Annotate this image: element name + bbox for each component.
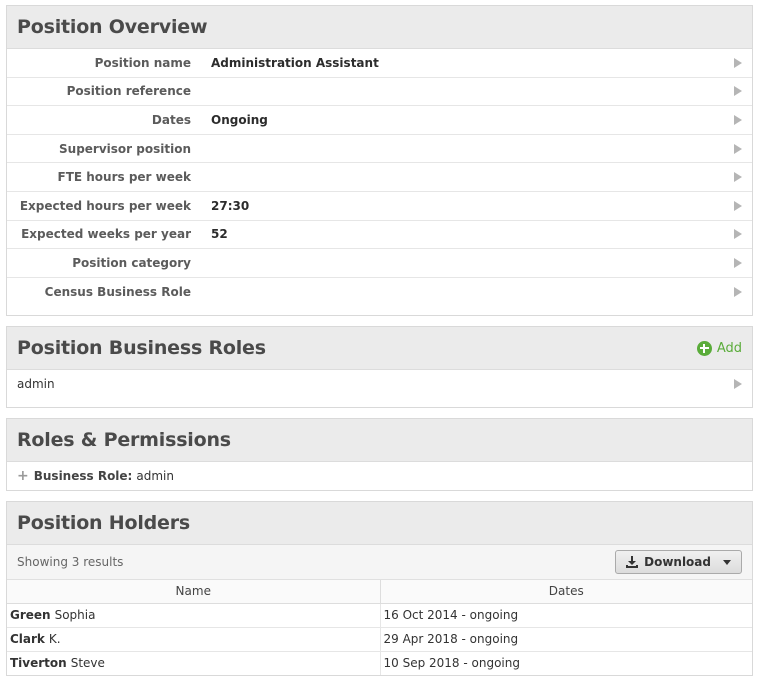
field-row-fte-hours[interactable]: FTE hours per week: [7, 163, 752, 192]
results-count: Showing 3 results: [17, 555, 124, 569]
business-roles-panel: Position Business Roles Add admin: [6, 326, 753, 408]
row-arrow-icon[interactable]: [734, 200, 742, 211]
field-label: Expected weeks per year: [21, 227, 191, 242]
row-arrow-icon[interactable]: [734, 229, 742, 240]
field-label: Expected hours per week: [19, 198, 191, 213]
table-row[interactable]: Clark K. 29 Apr 2018 - ongoing: [7, 627, 752, 652]
position-holders-header: Position Holders: [7, 502, 752, 545]
position-overview-header: Position Overview: [7, 6, 752, 49]
field-value: Ongoing: [211, 112, 268, 127]
holder-surname: Tiverton: [10, 656, 67, 671]
field-label: Census Business Role: [44, 285, 191, 300]
holder-name-cell: Tiverton Steve: [7, 651, 381, 675]
field-row-position-name[interactable]: Position name Administration Assistant: [7, 49, 752, 78]
field-row-expected-weeks[interactable]: Expected weeks per year 52: [7, 221, 752, 250]
add-label: Add: [716, 340, 742, 356]
caret-down-icon: [723, 559, 731, 565]
field-label: Position name: [94, 55, 191, 70]
download-icon: [626, 556, 639, 568]
row-arrow-icon[interactable]: [734, 114, 742, 125]
holder-surname: Clark: [10, 632, 45, 646]
column-header-name[interactable]: Name: [7, 580, 381, 604]
table-header-row: Name Dates: [7, 580, 752, 604]
row-arrow-icon[interactable]: [734, 172, 742, 183]
field-label: Supervisor position: [59, 141, 191, 156]
roles-permissions-header: Roles & Permissions: [7, 419, 752, 462]
field-row-expected-hours[interactable]: Expected hours per week 27:30: [7, 192, 752, 221]
roles-permissions-panel: Roles & Permissions + Business Role: adm…: [6, 418, 753, 491]
row-arrow-icon[interactable]: [734, 378, 742, 389]
row-arrow-icon[interactable]: [734, 57, 742, 68]
field-value: Administration Assistant: [211, 55, 379, 70]
holder-forename: K.: [48, 632, 61, 646]
holder-dates-cell: 29 Apr 2018 - ongoing: [380, 627, 752, 652]
field-label: FTE hours per week: [57, 170, 192, 185]
position-overview-title: Position Overview: [17, 16, 208, 38]
field-label: Dates: [151, 112, 191, 127]
holders-toolbar: Showing 3 results Download: [7, 545, 752, 580]
holder-name-cell: Green Sophia: [7, 603, 381, 628]
field-label: Position category: [72, 255, 191, 270]
field-value: 52: [211, 227, 228, 242]
download-button[interactable]: Download: [615, 550, 742, 574]
business-role-label: Business Role:: [33, 469, 133, 483]
download-label: Download: [644, 555, 711, 569]
field-value: 27:30: [211, 198, 250, 213]
row-arrow-icon[interactable]: [734, 143, 742, 154]
field-row-position-reference[interactable]: Position reference: [7, 78, 752, 107]
row-arrow-icon[interactable]: [734, 287, 742, 298]
add-business-role-button[interactable]: Add: [696, 340, 742, 356]
holder-dates-cell: 16 Oct 2014 - ongoing: [380, 603, 752, 628]
position-holders-title: Position Holders: [17, 512, 191, 534]
position-overview-fields: Position name Administration Assistant P…: [7, 49, 752, 306]
table-row[interactable]: Green Sophia 16 Oct 2014 - ongoing: [7, 603, 752, 628]
column-header-dates[interactable]: Dates: [380, 580, 752, 604]
business-role-item[interactable]: admin: [7, 370, 752, 397]
expand-plus-icon[interactable]: +: [17, 468, 29, 484]
position-holders-panel: Position Holders Showing 3 results Downl…: [6, 501, 753, 676]
plus-circle-icon: [696, 340, 712, 356]
holder-forename: Steve: [70, 656, 105, 671]
holders-table: Name Dates Green Sophia 16 Oct 2014 - ong…: [7, 580, 752, 675]
table-row[interactable]: Tiverton Steve 10 Sep 2018 - ongoing: [7, 651, 752, 675]
business-roles-title: Position Business Roles: [17, 337, 266, 359]
business-role-value: admin: [136, 469, 174, 483]
position-overview-panel: Position Overview Position name Administ…: [6, 5, 753, 316]
field-row-position-category[interactable]: Position category: [7, 249, 752, 278]
field-row-dates[interactable]: Dates Ongoing: [7, 106, 752, 135]
business-role-permission-row[interactable]: + Business Role: admin: [7, 462, 752, 490]
field-row-supervisor-position[interactable]: Supervisor position: [7, 135, 752, 164]
holder-name-cell: Clark K.: [7, 627, 381, 652]
business-roles-header: Position Business Roles Add: [7, 327, 752, 370]
row-arrow-icon[interactable]: [734, 86, 742, 97]
business-role-label: admin: [17, 376, 55, 391]
roles-permissions-title: Roles & Permissions: [17, 429, 231, 451]
field-row-census-business-role[interactable]: Census Business Role: [7, 278, 752, 307]
field-label: Position reference: [66, 84, 191, 99]
holder-dates-cell: 10 Sep 2018 - ongoing: [383, 656, 520, 671]
row-arrow-icon[interactable]: [734, 257, 742, 268]
holder-forename: Sophia: [54, 608, 96, 622]
holder-surname: Green: [10, 608, 51, 622]
